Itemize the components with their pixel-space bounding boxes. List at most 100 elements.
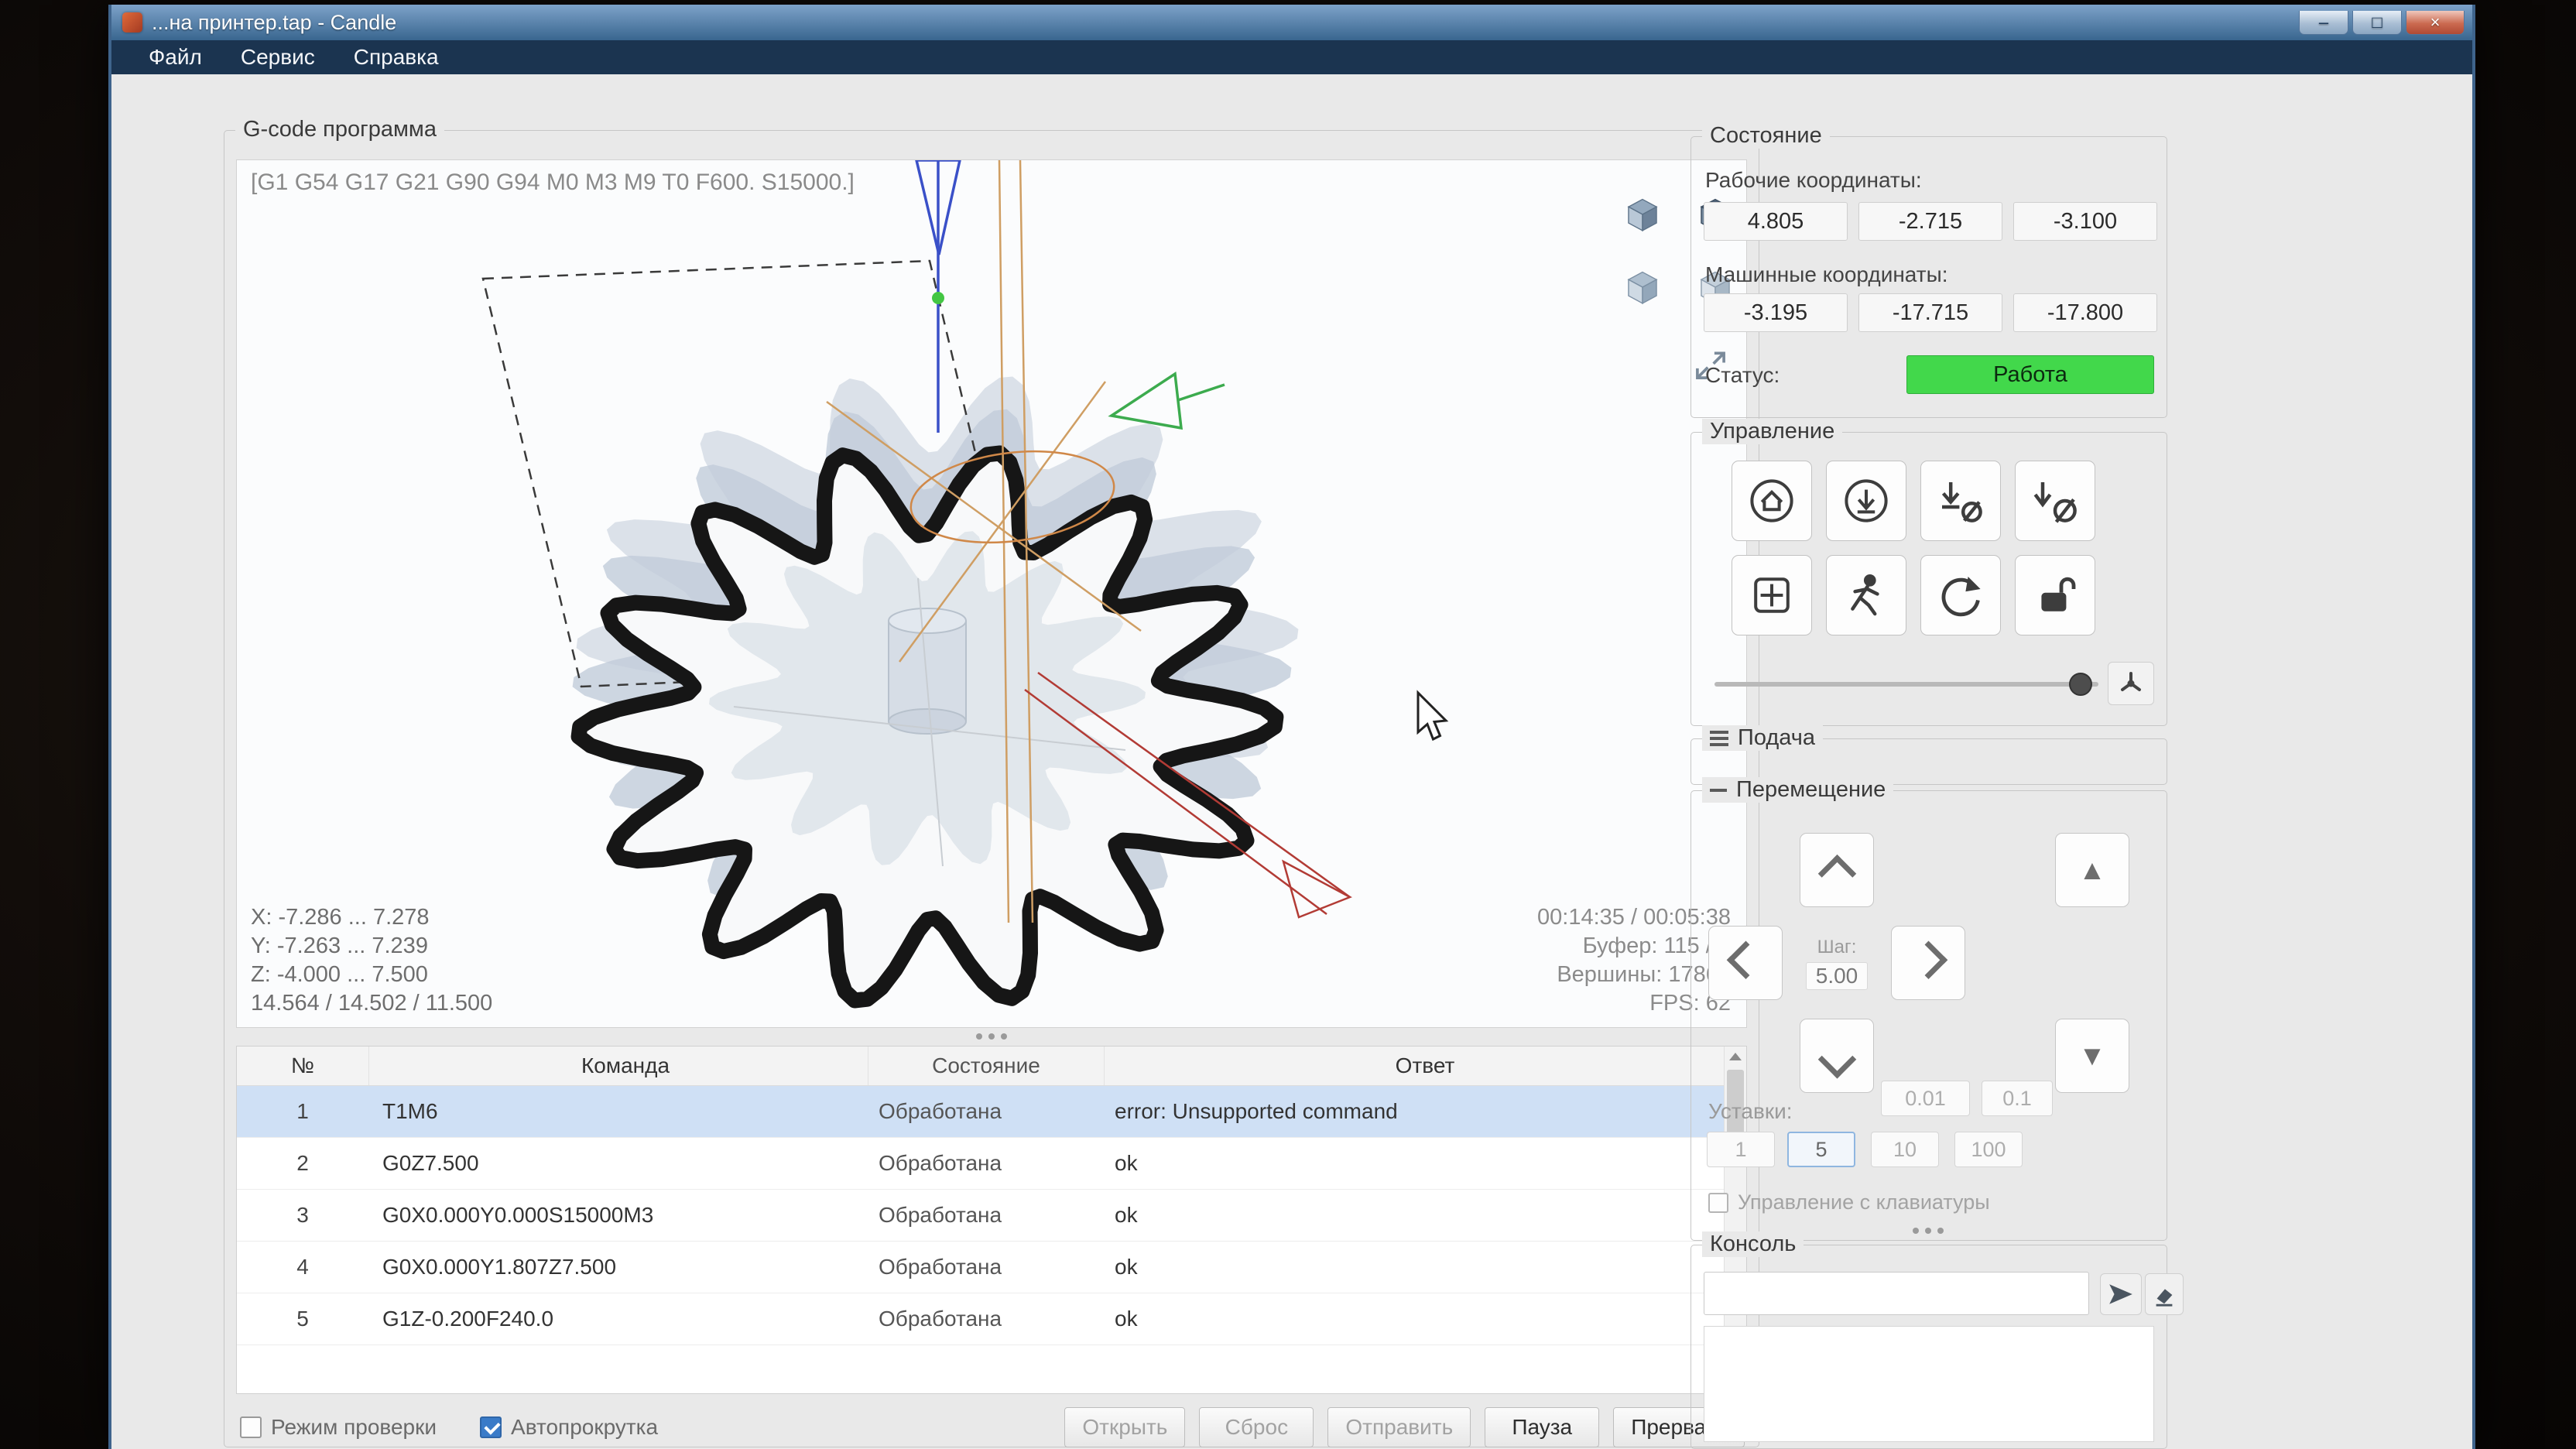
- cell-response: ok: [1104, 1151, 1746, 1176]
- control-groupbox: Управление: [1690, 432, 2167, 726]
- collapse-icon: [1710, 789, 1727, 792]
- viewer-splitter[interactable]: [976, 1033, 1007, 1040]
- jog-y-plus-button[interactable]: [1800, 833, 1874, 907]
- cell-number: 1: [237, 1099, 368, 1124]
- menu-file[interactable]: Файл: [132, 43, 219, 72]
- unlock-icon: [2030, 570, 2080, 620]
- machine-x-value: -3.195: [1704, 293, 1848, 332]
- bounds-x: X: -7.286 ... 7.278: [251, 903, 492, 932]
- table-row[interactable]: 3 G0X0.000Y0.000S15000M3 Обработана ok: [237, 1190, 1746, 1242]
- console-send-button[interactable]: [2100, 1273, 2142, 1315]
- header-response[interactable]: Ответ: [1105, 1046, 1746, 1085]
- probe-icon: [1841, 476, 1891, 526]
- header-command[interactable]: Команда: [369, 1046, 868, 1085]
- cell-number: 3: [237, 1203, 368, 1228]
- jog-x-minus-button[interactable]: [1708, 926, 1783, 1000]
- menu-help[interactable]: Справка: [337, 43, 456, 72]
- spindle-speed-slider[interactable]: [1714, 682, 2098, 687]
- reset-button-grbl[interactable]: [1920, 555, 2001, 635]
- send-icon: [2107, 1280, 2135, 1308]
- cell-response: ok: [1104, 1307, 1746, 1331]
- zero-xy-button[interactable]: [1920, 461, 2001, 541]
- home-button[interactable]: [1732, 461, 1812, 541]
- checkbox-unchecked-icon[interactable]: [240, 1416, 262, 1438]
- console-clear-button[interactable]: [2145, 1273, 2184, 1315]
- jog-z-minus-button[interactable]: ▼: [2055, 1019, 2129, 1093]
- table-row[interactable]: 5 G1Z-0.200F240.0 Обработана ok: [237, 1293, 1746, 1345]
- preset-10-button[interactable]: 10: [1871, 1132, 1939, 1167]
- chevron-up-icon: [1817, 854, 1855, 892]
- feed-group-header[interactable]: Подача: [1702, 725, 1823, 751]
- menubar: Файл Сервис Справка: [111, 40, 2472, 74]
- table-row[interactable]: 1 T1M6 Обработана error: Unsupported com…: [237, 1086, 1746, 1138]
- jog-step-box: Шаг: 5.00: [1800, 926, 1874, 1000]
- preset-001-button[interactable]: 0.01: [1881, 1081, 1970, 1116]
- center-cylinder: [889, 608, 966, 734]
- menu-service[interactable]: Сервис: [224, 43, 332, 72]
- preset-5-button[interactable]: 5: [1787, 1132, 1855, 1167]
- probe-z-button[interactable]: [1826, 461, 1906, 541]
- cell-state: Обработана: [868, 1099, 1104, 1124]
- jog-z-plus-button[interactable]: ▲: [2055, 833, 2129, 907]
- cell-number: 4: [237, 1255, 368, 1279]
- preset-100-button[interactable]: 100: [1954, 1132, 2023, 1167]
- maximize-button[interactable]: □: [2352, 11, 2402, 35]
- checkbox-checked-icon[interactable]: [480, 1416, 502, 1438]
- preset-01-button[interactable]: 0.1: [1982, 1081, 2053, 1116]
- cell-command: G0Z7.500: [368, 1151, 868, 1176]
- model-bounds: X: -7.286 ... 7.278 Y: -7.263 ... 7.239 …: [251, 903, 492, 1018]
- check-mode-checkbox[interactable]: Режим проверки: [240, 1415, 437, 1440]
- keyboard-control-checkbox[interactable]: Управление с клавиатуры: [1708, 1190, 1990, 1214]
- tool-position-dot: [932, 292, 944, 304]
- presets-label: Уставки:: [1708, 1099, 1793, 1124]
- header-state[interactable]: Состояние: [868, 1046, 1105, 1085]
- console-log[interactable]: [1704, 1326, 2154, 1442]
- send-button[interactable]: Отправить: [1327, 1407, 1471, 1447]
- console-input[interactable]: [1704, 1272, 2089, 1315]
- app-icon: [122, 12, 142, 33]
- cell-state: Обработана: [868, 1151, 1104, 1176]
- pause-button[interactable]: Пауза: [1485, 1407, 1599, 1447]
- spindle-toggle-button[interactable]: [2108, 662, 2154, 705]
- checkbox-unchecked-icon[interactable]: [1708, 1193, 1728, 1213]
- open-button[interactable]: Открыть: [1064, 1407, 1185, 1447]
- origin-icon: [1747, 570, 1797, 620]
- program-controls: Режим проверки Автопрокрутка Открыть Сбр…: [240, 1406, 1745, 1448]
- jog-x-plus-button[interactable]: [1891, 926, 1965, 1000]
- reset-button[interactable]: Сброс: [1199, 1407, 1314, 1447]
- close-button[interactable]: ×: [2406, 11, 2465, 35]
- jog-y-minus-button[interactable]: [1800, 1019, 1874, 1093]
- triangle-up-icon: ▲: [2078, 854, 2106, 886]
- header-number[interactable]: №: [237, 1046, 369, 1085]
- cell-number: 2: [237, 1151, 368, 1176]
- safe-position-button[interactable]: [1826, 555, 1906, 635]
- cell-state: Обработана: [868, 1307, 1104, 1331]
- machine-y-value: -17.715: [1858, 293, 2002, 332]
- autoscroll-label: Автопрокрутка: [511, 1415, 658, 1440]
- table-row[interactable]: 2 G0Z7.500 Обработана ok: [237, 1138, 1746, 1190]
- view-front-button[interactable]: [1621, 265, 1664, 309]
- chevron-right-icon: [1909, 940, 1947, 978]
- cube-icon: [1623, 195, 1662, 234]
- jog-group-header[interactable]: Перемещение: [1702, 777, 1893, 803]
- slider-knob[interactable]: [2069, 673, 2092, 696]
- table-header: № Команда Состояние Ответ: [237, 1046, 1746, 1086]
- cell-state: Обработана: [868, 1203, 1104, 1228]
- zero-xy-icon: [1936, 476, 1985, 526]
- chevron-down-icon: [1817, 1040, 1855, 1077]
- autoscroll-checkbox[interactable]: Автопрокрутка: [480, 1415, 658, 1440]
- direction-arrow-green: [1112, 374, 1225, 428]
- unlock-button[interactable]: [2015, 555, 2095, 635]
- bounds-z: Z: -4.000 ... 7.500: [251, 961, 492, 989]
- preset-1-button[interactable]: 1: [1707, 1132, 1775, 1167]
- triangle-down-icon: ▼: [2078, 1040, 2106, 1072]
- step-value[interactable]: 5.00: [1806, 962, 1869, 990]
- work-z-value: -3.100: [2013, 202, 2157, 241]
- minimize-button[interactable]: –: [2299, 11, 2348, 35]
- home-icon: [1747, 476, 1797, 526]
- gcode-3d-viewport[interactable]: [G1 G54 G17 G21 G90 G94 M0 M3 M9 T0 F600…: [236, 159, 1747, 1028]
- restore-origin-button[interactable]: [1732, 555, 1812, 635]
- zero-z-button[interactable]: [2015, 461, 2095, 541]
- view-isometric-button[interactable]: [1621, 193, 1664, 236]
- table-row[interactable]: 4 G0X0.000Y1.807Z7.500 Обработана ok: [237, 1242, 1746, 1293]
